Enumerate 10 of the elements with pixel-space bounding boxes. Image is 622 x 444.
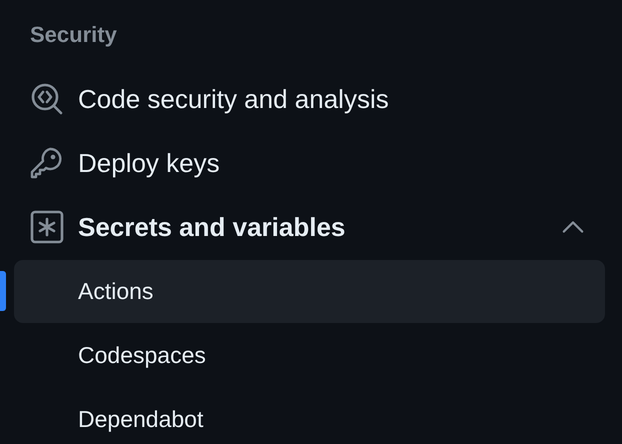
- asterisk-icon: [30, 210, 64, 244]
- nav-subitem[interactable]: Actions: [14, 260, 605, 322]
- code-search-icon: [30, 82, 64, 116]
- section-heading: Security: [30, 21, 118, 49]
- nav-item[interactable]: Secrets and variables: [14, 195, 604, 259]
- nav-item[interactable]: Deploy keys: [14, 131, 604, 195]
- key-icon: [30, 146, 64, 180]
- nav-item[interactable]: Code security and analysis: [14, 67, 604, 131]
- nav-subitem[interactable]: Dependabot: [14, 388, 605, 444]
- nav-subitem[interactable]: Codespaces: [14, 324, 605, 386]
